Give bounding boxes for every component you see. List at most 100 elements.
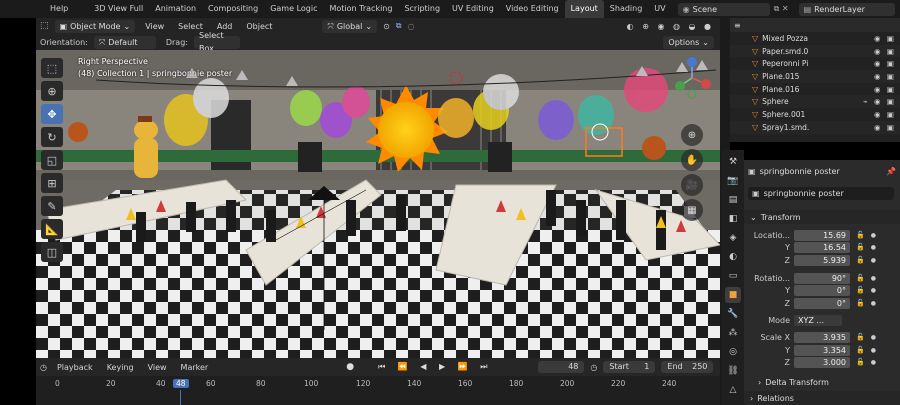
current-frame-field[interactable]: 48 [538, 361, 585, 373]
pan-button[interactable]: ✋ [681, 149, 703, 171]
tab-uv-editing[interactable]: UV Editing [446, 0, 500, 18]
timeline-editor-icon[interactable]: ◷ [40, 363, 47, 372]
visibility-icons[interactable]: ◉ ▣ [874, 123, 896, 132]
visibility-icons[interactable]: ◉ ▣ [874, 34, 896, 43]
visibility-icons[interactable]: ◉ ▣ [874, 47, 896, 56]
location-y-field[interactable]: 16.54 [794, 241, 850, 253]
rotation-x-field[interactable]: 90° [794, 272, 850, 284]
tab-output[interactable]: ▤ [725, 192, 741, 208]
transform-section-header[interactable]: ⌄ Transform [744, 210, 900, 224]
tab-object[interactable]: ■ [725, 287, 741, 303]
location-x-field[interactable]: 15.69 [794, 229, 850, 241]
keyframe-dot-icon[interactable]: ● [871, 244, 876, 251]
menu-help[interactable]: Help [44, 0, 74, 18]
lock-icon[interactable]: 🔓 [856, 358, 865, 366]
tab-compositing[interactable]: Compositing [202, 0, 264, 18]
record-button[interactable]: ● [346, 362, 354, 372]
3d-viewport[interactable] [36, 50, 720, 358]
menu-view[interactable]: View [141, 22, 168, 31]
camera-view-button[interactable]: 🎥 [681, 174, 703, 196]
outliner-item[interactable]: ▽ Mixed Pozza ◉ ▣ [730, 32, 900, 45]
scene-selector[interactable]: ◉ Scene [677, 2, 770, 16]
keyframe-dot-icon[interactable]: ● [871, 287, 876, 294]
timeline-track[interactable]: 0 20 40 48 60 80 100 120 140 160 180 200… [36, 376, 720, 405]
tab-scripting[interactable]: Scripting [398, 0, 446, 18]
tab-render[interactable]: 📷 [725, 173, 741, 189]
visibility-icons[interactable]: ◉ ▣ [874, 59, 896, 68]
scale-x-field[interactable]: 3.935 [794, 331, 850, 343]
scene-options-icon[interactable]: ⧉ ✕ [774, 4, 789, 14]
menu-playback[interactable]: Playback [53, 363, 97, 372]
tab-constraints[interactable]: ⛓ [725, 363, 741, 379]
rotation-mode-dropdown[interactable]: XYZ ... [794, 314, 842, 326]
keyframe-dot-icon[interactable]: ● [871, 257, 876, 264]
keyframe-dot-icon[interactable]: ● [871, 347, 876, 354]
tab-collection[interactable]: ▭ [725, 268, 741, 284]
visibility-icons[interactable]: ◉ ▣ [874, 85, 896, 94]
render-layer-selector[interactable]: ▤ RenderLayer [798, 2, 895, 16]
proportional-edit-icon[interactable]: ◌ [407, 22, 414, 31]
viewport-overlay-icons[interactable]: ◐ ⊕ ◉ ◍ ◒ ● [627, 22, 714, 31]
lock-icon[interactable]: 🔓 [856, 286, 865, 294]
visibility-icons[interactable]: ◉ ▣ [874, 110, 896, 119]
keyframe-dot-icon[interactable]: ● [871, 359, 876, 366]
tab-modifiers[interactable]: 🔧 [725, 306, 741, 322]
tab-tool[interactable]: ⚒ [725, 154, 741, 170]
object-name-field[interactable]: ▣ springbonnie poster [748, 187, 894, 200]
keyframe-dot-icon[interactable]: ● [871, 275, 876, 282]
tab-video-editing[interactable]: Video Editing [500, 0, 565, 18]
keyframe-dot-icon[interactable]: ● [871, 334, 876, 341]
tab-world[interactable]: ◐ [725, 249, 741, 265]
menu-timeline-view[interactable]: View [144, 363, 171, 372]
scale-y-field[interactable]: 3.354 [794, 344, 850, 356]
zoom-button[interactable]: ⊕ [681, 124, 703, 146]
visibility-icons[interactable]: ⌁ ◉ ▣ [863, 97, 896, 106]
pivot-icon[interactable]: ⊙ [383, 22, 390, 31]
outliner-item[interactable]: ▽ Plane.015 ◉ ▣ [730, 70, 900, 83]
lock-icon[interactable]: 🔓 [856, 299, 865, 307]
navigation-gizmo[interactable]: ⊕ ✋ 🎥 ▦ [672, 56, 712, 221]
options-dropdown[interactable]: Options ⌄ [663, 35, 714, 49]
outliner-editor-icon[interactable]: ≡ [734, 21, 741, 30]
clock-icon[interactable]: ◷ [590, 363, 597, 372]
drag-dropdown[interactable]: Select Box [193, 31, 240, 53]
menu-object[interactable]: Object [242, 22, 276, 31]
tab-animation[interactable]: Animation [149, 0, 202, 18]
tab-shading[interactable]: Shading [604, 0, 649, 18]
visibility-icons[interactable]: ◉ ▣ [874, 72, 896, 81]
playback-controls[interactable]: ⏮ ⏪ ◀ ▶ ⏩ ⏭ [378, 362, 492, 372]
menu-keying[interactable]: Keying [103, 363, 138, 372]
outliner-item[interactable]: ▽ Paper.smd.0 ◉ ▣ [730, 44, 900, 58]
tab-particles[interactable]: ⁂ [725, 325, 741, 341]
transform-tool[interactable]: ⊞ [41, 173, 63, 193]
lock-icon[interactable]: 🔓 [856, 256, 865, 264]
tab-layout[interactable]: Layout [564, 0, 604, 18]
playhead[interactable]: 48 [173, 379, 189, 388]
lock-icon[interactable]: 🔓 [856, 346, 865, 354]
end-frame-field[interactable]: End 250 [661, 361, 714, 373]
tab-uv[interactable]: UV [648, 0, 671, 18]
measure-tool[interactable]: 📐 [41, 219, 63, 239]
lock-icon[interactable]: 🔓 [856, 243, 865, 251]
rotation-z-field[interactable]: 0° [794, 297, 850, 309]
lock-icon[interactable]: 🔓 [856, 231, 865, 239]
tab-scene[interactable]: ◈ [725, 230, 741, 246]
pin-icon[interactable]: 📌 [886, 167, 896, 176]
add-cube-tool[interactable]: ◫ [41, 242, 63, 262]
lock-icon[interactable]: 🔓 [856, 333, 865, 341]
rotate-tool[interactable]: ↻ [41, 127, 63, 147]
menu-marker[interactable]: Marker [177, 363, 213, 372]
tab-motion-tracking[interactable]: Motion Tracking [323, 0, 398, 18]
transform-orientation-dropdown[interactable]: ⤧ Global ⌄ [322, 19, 378, 33]
rotation-y-field[interactable]: 0° [794, 284, 850, 296]
location-z-field[interactable]: 5.939 [794, 254, 850, 266]
tab-3d-view-full[interactable]: 3D View Full [88, 0, 149, 18]
lock-icon[interactable]: 🔓 [856, 274, 865, 282]
keyframe-dot-icon[interactable]: ● [871, 300, 876, 307]
cursor-tool[interactable]: ⊕ [41, 81, 63, 101]
relations-section-header[interactable]: › Relations [744, 391, 900, 405]
tab-data[interactable]: △ [725, 382, 741, 398]
outliner-item[interactable]: ▽ Plane.016 ◉ ▣ [730, 83, 900, 96]
tab-game-logic[interactable]: Game Logic [264, 0, 323, 18]
start-frame-field[interactable]: Start 1 [603, 361, 656, 373]
